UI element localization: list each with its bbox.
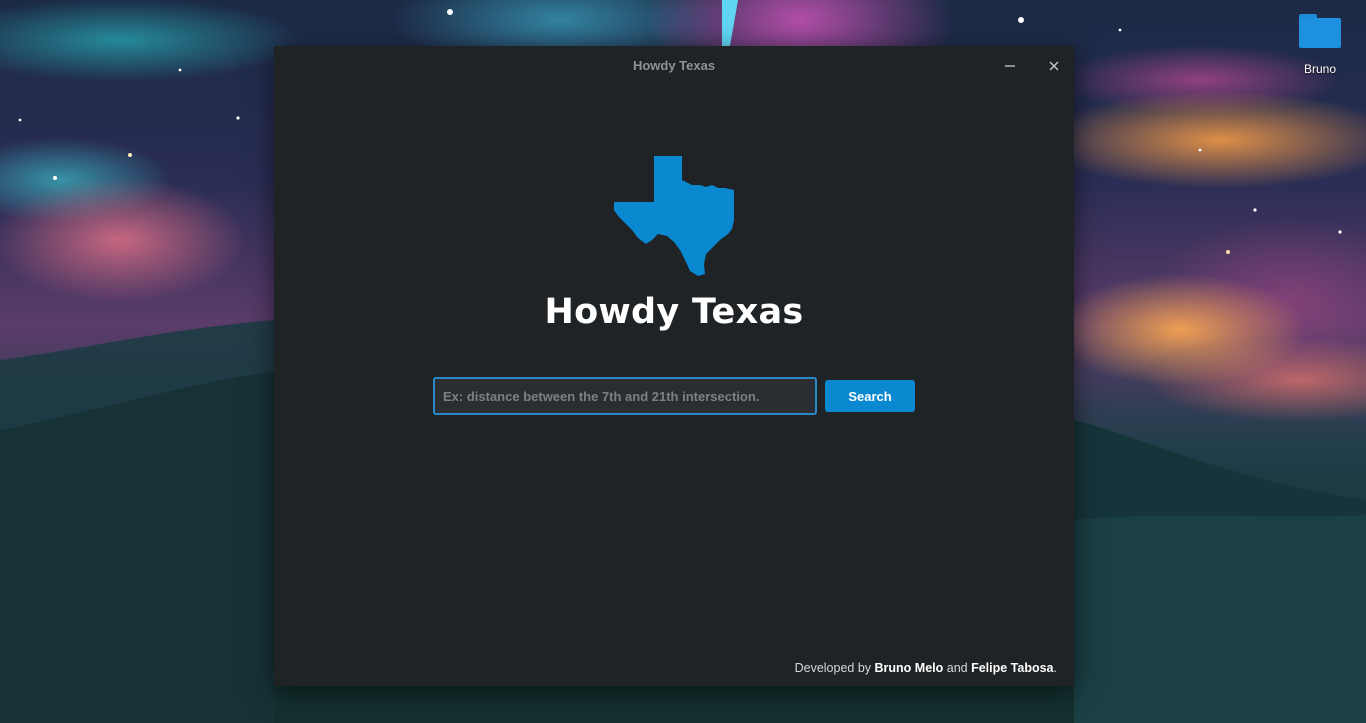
desktop-folder-bruno[interactable]: Bruno	[1292, 10, 1348, 76]
footer-author-2: Felipe Tabosa	[971, 661, 1054, 675]
minimize-button[interactable]	[1000, 56, 1020, 76]
texas-map-icon	[614, 156, 734, 276]
search-input[interactable]	[433, 377, 817, 415]
window-titlebar[interactable]: Howdy Texas	[274, 46, 1074, 86]
app-title: Howdy Texas	[544, 292, 804, 332]
footer-prefix: Developed by	[794, 661, 875, 675]
footer-credits: Developed by Bruno Melo and Felipe Tabos…	[795, 661, 1057, 675]
minimize-icon	[1005, 65, 1015, 67]
desktop-folder-label: Bruno	[1303, 62, 1337, 76]
footer-author-1: Bruno Melo	[874, 661, 944, 675]
close-button[interactable]	[1044, 56, 1064, 76]
folder-icon	[1299, 10, 1341, 48]
search-button[interactable]: Search	[825, 380, 915, 412]
app-window: Howdy Texas Howdy Texas Search Developed…	[274, 46, 1074, 686]
footer-connector: and	[943, 661, 972, 675]
footer-suffix: .	[1053, 661, 1057, 675]
close-icon	[1049, 61, 1059, 71]
window-title: Howdy Texas	[632, 58, 716, 73]
